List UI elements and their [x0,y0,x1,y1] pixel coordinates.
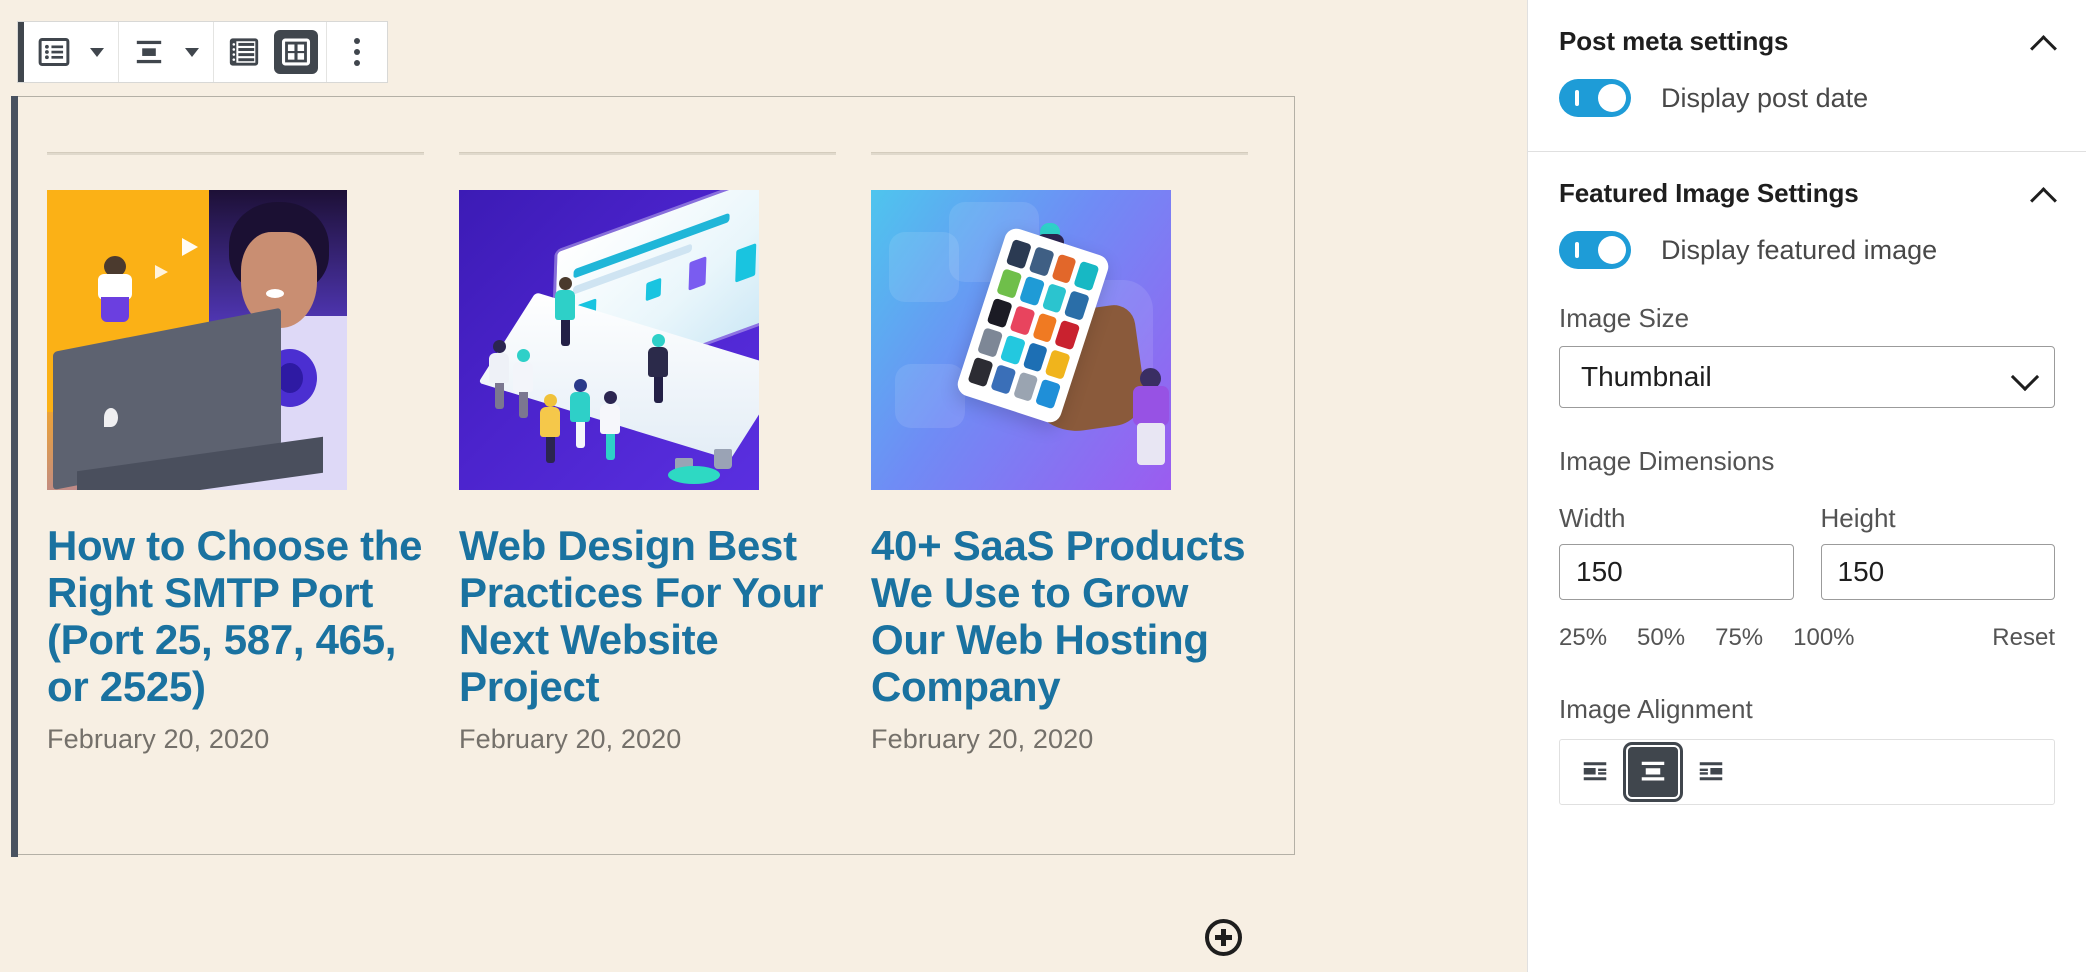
width-field-wrapper: Width [1559,503,1794,600]
chevron-up-icon[interactable] [2031,30,2055,54]
image-size-select[interactable]: Thumbnail [1559,346,2055,408]
scale-75-button[interactable]: 75% [1715,618,1779,658]
align-dropdown-button[interactable] [175,22,209,82]
block-type-button[interactable] [28,22,80,82]
align-center-icon [127,30,171,74]
grid-view-icon [274,30,318,74]
chevron-down-icon [90,47,104,57]
post-title-link[interactable]: How to Choose the Right SMTP Port (Port … [47,522,424,710]
height-label: Height [1820,503,1896,533]
post-date: February 20, 2020 [47,724,270,755]
width-input[interactable] [1559,544,1794,600]
scale-100-button[interactable]: 100% [1793,618,1870,658]
post-divider [459,152,836,155]
toolbar-group-block-type [24,22,119,82]
panel-post-meta-header[interactable]: Post meta settings [1559,0,2055,79]
post-date: February 20, 2020 [459,724,682,755]
more-options-button[interactable] [331,22,383,82]
block-type-dropdown-button[interactable] [80,22,114,82]
block-type-list-icon [32,30,76,74]
image-dimensions-label: Image Dimensions [1559,446,1775,476]
panel-featured-image-header[interactable]: Featured Image Settings [1559,152,2055,231]
align-button[interactable] [123,22,175,82]
align-center-icon [1638,756,1668,789]
align-left-button[interactable] [1568,745,1622,799]
chevron-up-icon[interactable] [2031,182,2055,206]
align-center-button[interactable] [1626,745,1680,799]
panel-title: Post meta settings [1559,26,1789,56]
grid-view-button[interactable] [270,22,322,82]
align-right-button[interactable] [1684,745,1738,799]
list-view-icon [222,30,266,74]
more-options-icon [354,38,360,66]
toolbar-group-more [327,22,387,82]
post-date: February 20, 2020 [871,724,1094,755]
block-selection-indicator [11,96,18,857]
image-alignment-label: Image Alignment [1559,694,1753,724]
block-toolbar [17,21,388,83]
settings-sidebar: Post meta settings Display post date Fea… [1527,0,2086,972]
illustration-isometric-team-building-website[interactable] [459,190,759,490]
toggle-display-featured-image-label: Display featured image [1661,234,1938,265]
reset-dimensions-button[interactable]: Reset [1992,618,2055,658]
scale-50-button[interactable]: 50% [1637,618,1701,658]
toggle-display-featured-image-row: Display featured image [1559,231,2055,303]
panel-featured-image-settings: Featured Image Settings Display featured… [1528,152,2086,805]
post-grid: How to Choose the Right SMTP Port (Port … [47,152,1248,755]
illustration-hand-holding-phone-with-app-grid[interactable] [871,190,1171,490]
post-divider [47,152,424,155]
scale-25-button[interactable]: 25% [1559,618,1623,658]
panel-post-meta-settings: Post meta settings Display post date [1528,0,2086,152]
align-right-icon [1696,756,1726,789]
post-grid-item: How to Choose the Right SMTP Port (Port … [47,152,424,755]
height-input[interactable] [1820,544,2055,600]
align-left-icon [1580,756,1610,789]
image-alignment-group [1559,739,2055,805]
toggle-display-post-date[interactable] [1559,79,1631,117]
add-block-button[interactable] [1205,919,1242,956]
image-dimensions-row: Width Height [1559,503,2055,600]
post-title-link[interactable]: Web Design Best Practices For Your Next … [459,522,836,710]
image-size-label: Image Size [1559,303,1690,333]
toggle-display-featured-image[interactable] [1559,231,1631,269]
height-field-wrapper: Height [1820,503,2055,600]
chevron-down-icon [185,47,199,57]
toolbar-group-alignment [119,22,214,82]
width-label: Width [1559,503,1626,533]
image-size-value: Thumbnail [1581,361,1712,392]
toggle-display-post-date-label: Display post date [1661,82,1869,113]
editor-canvas: How to Choose the Right SMTP Port (Port … [0,0,1527,972]
panel-title: Featured Image Settings [1559,178,1859,208]
image-scale-buttons: 25% 50% 75% 100% Reset [1559,618,2055,658]
post-grid-item: 40+ SaaS Products We Use to Grow Our Web… [871,152,1248,755]
chevron-down-icon [2011,363,2039,391]
post-title-link[interactable]: 40+ SaaS Products We Use to Grow Our Web… [871,522,1248,710]
toggle-display-post-date-row: Display post date [1559,79,2055,151]
post-grid-item: Web Design Best Practices For Your Next … [459,152,836,755]
list-view-button[interactable] [218,22,270,82]
post-divider [871,152,1248,155]
illustration-person-with-headphones-at-laptop[interactable] [47,190,347,490]
toolbar-group-view [214,22,327,82]
app-root: How to Choose the Right SMTP Port (Port … [0,0,2086,972]
latest-posts-block[interactable]: How to Choose the Right SMTP Port (Port … [11,96,1295,857]
